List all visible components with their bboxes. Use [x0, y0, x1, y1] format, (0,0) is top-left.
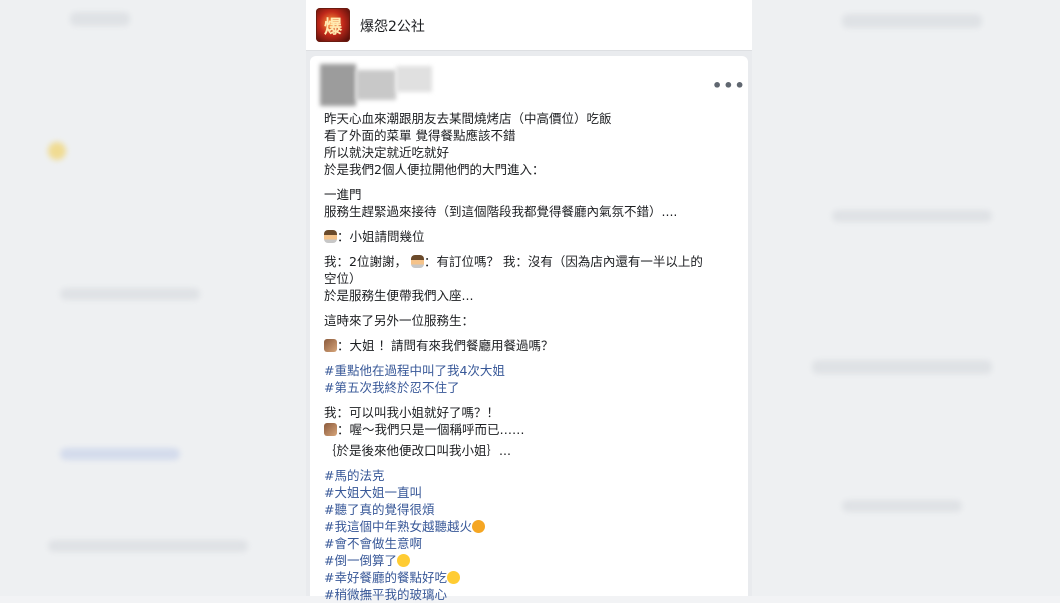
group-name[interactable]: 爆怨2公社	[360, 16, 425, 36]
post-line: 昨天心血來潮跟朋友去某間燒烤店（中高價位）吃飯	[324, 111, 612, 126]
post-line: 看了外面的菜單 覺得餐點應該不錯	[324, 128, 516, 143]
post-line: ：小姐請問幾位	[324, 228, 742, 245]
post-line: 服務生趕緊過來接待（到這個階段我都覺得餐廳內氣氛不錯）....	[324, 204, 678, 219]
hashtag-link[interactable]: #重點他在過程中叫了我4次大姐	[324, 362, 742, 379]
hashtag-link[interactable]: #馬的法克	[324, 467, 742, 484]
post-line: ｛於是後來他便改口叫我小姐｝...	[324, 443, 511, 458]
hashtag-link[interactable]: #稍微撫平我的玻璃心	[324, 586, 742, 603]
post-line: #倒一倒算了	[324, 552, 742, 569]
post-line: 於是我們2個人便拉開他們的大門進入：	[324, 162, 545, 177]
staff-emoji-icon	[324, 230, 337, 243]
hashtag-link[interactable]: #倒一倒算了	[324, 553, 397, 568]
background-right	[752, 0, 1060, 596]
feed-column: 爆 爆怨2公社 ••• 昨天心血來潮跟朋友去某間燒烤店（中高價位）吃飯 看了外面…	[306, 0, 752, 602]
post-line: ：大姐 ！請問有來我們餐廳用餐過嗎？	[324, 337, 742, 354]
hashtag-link[interactable]: #會不會做生意啊	[324, 535, 742, 552]
post-line: 這時來了另外一位服務生：	[324, 313, 475, 328]
post-line: 空位）	[324, 271, 362, 286]
group-logo[interactable]: 爆	[316, 8, 350, 42]
post-line: 一進門	[324, 187, 362, 202]
post-line: 於是服務生便帶我們入座...	[324, 288, 474, 303]
angry-face-icon	[471, 520, 485, 533]
post-line: 我：可以叫我小姐就好了嗎？！	[324, 405, 500, 420]
hashtag-link[interactable]: #幸好餐廳的餐點好吃	[324, 570, 447, 585]
background-left	[0, 0, 306, 596]
man-emoji-icon	[324, 339, 337, 352]
rofl-face-icon	[396, 554, 410, 567]
group-header: 爆 爆怨2公社	[306, 0, 752, 51]
post-line: #幸好餐廳的餐點好吃	[324, 569, 742, 586]
hashtag-link[interactable]: #第五次我終於忍不住了	[324, 379, 742, 396]
hashtag-link[interactable]: #我這個中年熟女越聽越火	[324, 519, 472, 534]
post-body: 昨天心血來潮跟朋友去某間燒烤店（中高價位）吃飯 看了外面的菜單 覺得餐點應該不錯…	[324, 110, 742, 603]
post-line: ：喔～我們只是一個稱呼而已……	[324, 421, 742, 438]
author-info-blurred[interactable]	[320, 64, 432, 106]
post-card: ••• 昨天心血來潮跟朋友去某間燒烤店（中高價位）吃飯 看了外面的菜單 覺得餐點…	[310, 56, 748, 602]
hashtag-link[interactable]: #聽了真的覺得很煩	[324, 501, 742, 518]
post-line: 所以就決定就近吃就好	[324, 145, 450, 160]
man-emoji-icon	[324, 423, 337, 436]
post-line: 我：2位謝謝， ：有訂位嗎？ 我：沒有（因為店內還有一半以上的	[324, 254, 703, 269]
post-line: #我這個中年熟女越聽越火	[324, 518, 742, 535]
staff-emoji-icon	[410, 255, 424, 268]
more-options-button[interactable]: •••	[712, 76, 746, 95]
smiling-face-icon	[446, 571, 460, 584]
hashtag-link[interactable]: #大姐大姐一直叫	[324, 484, 742, 501]
